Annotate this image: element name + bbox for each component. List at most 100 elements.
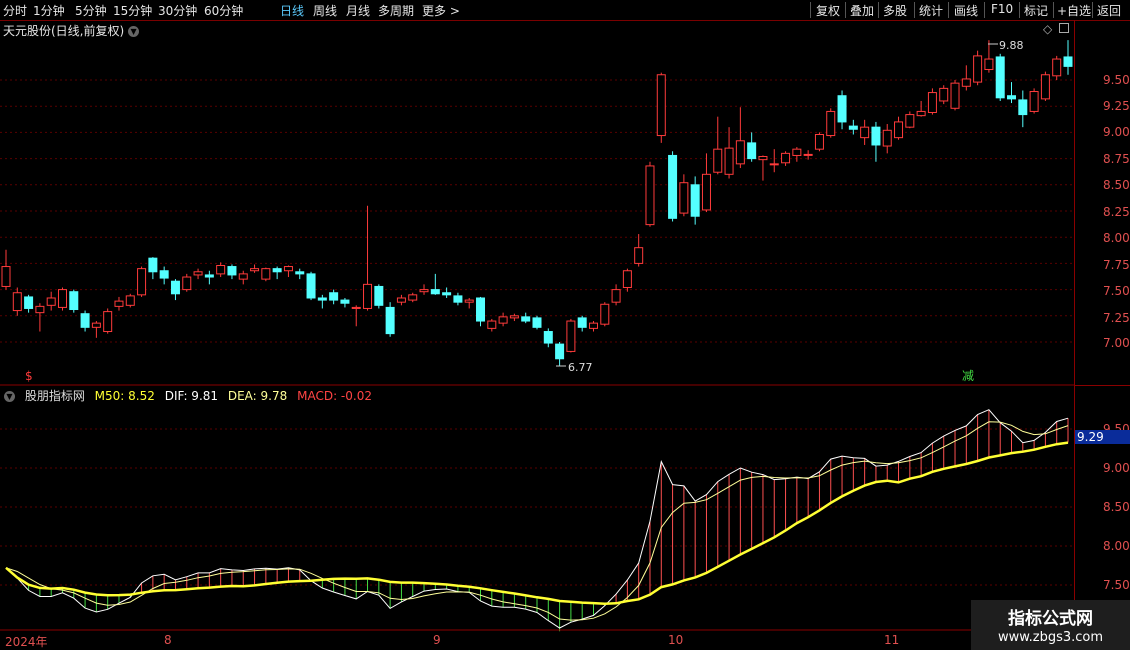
candle-body [498,316,508,324]
add-favorite-button[interactable]: +自选 [1057,2,1091,19]
low-label: 6.77 [556,361,593,374]
candle-body [35,305,45,314]
candle-body [634,247,644,264]
dif-value: DIF: 9.81 [164,389,219,403]
candle-body [927,92,937,113]
price-tick: 7.50 [1103,284,1130,298]
watermark-title: 指标公式网 [1008,609,1093,629]
candle-body [159,270,169,279]
candle-body [351,306,361,309]
candle-body [894,121,904,139]
f10-button[interactable]: F10 [991,2,1013,16]
candle-body [114,300,124,307]
candle-body [679,182,689,214]
candle-body [272,268,282,273]
macd-value: MACD: -0.02 [297,389,372,403]
candle-body [91,322,101,328]
candle-body [588,322,598,329]
candle-body [137,268,147,296]
period-tab-60min[interactable]: 60分钟 [204,2,243,19]
candle-body [984,58,994,71]
period-tab-5min[interactable]: 5分钟 [75,2,107,19]
candle-body [713,148,723,173]
candlestick-series[interactable] [1,40,1073,367]
candle-body [543,331,553,344]
candle-body [487,320,497,329]
chart-canvas[interactable]: 9.88 6.77 $ 减 [0,0,1130,650]
candle-body [476,297,486,322]
price-tick: 8.50 [1103,178,1130,192]
period-tab-monthly[interactable]: 月线 [346,2,370,19]
candle-body [227,266,237,276]
candle-body [871,126,881,146]
candle-body [758,156,768,161]
candle-body [193,271,203,276]
candle-body [656,74,666,137]
window-toggle-icon[interactable] [1059,23,1069,33]
candle-body [600,303,610,325]
period-tab-weekly[interactable]: 周线 [313,2,337,19]
more-periods-button[interactable]: 更多 > [422,2,460,19]
candle-body [769,163,779,166]
candle-body [57,289,67,308]
candle-body [826,110,836,137]
date-tick: 11 [884,633,900,647]
candle-body [374,285,384,306]
reduce-marker: 减 [962,369,974,383]
candle-body [701,173,711,211]
mark-button[interactable]: 标记 [1024,2,1048,19]
period-tab-multi[interactable]: 多周期 [378,2,414,19]
indicator-tick: 7.50 [1103,578,1130,592]
chevron-down-icon[interactable]: ▼ [128,26,140,37]
dif-line [5,409,1069,629]
period-tab-1min[interactable]: 1分钟 [33,2,65,19]
candle-body [408,294,418,301]
indicator-tick: 9.00 [1103,461,1130,475]
candle-body [1052,58,1062,77]
multi-stock-button[interactable]: 多股 [883,2,907,19]
candle-body [792,148,802,156]
low-label-text: 6.77 [568,361,593,374]
price-tick: 9.00 [1103,125,1130,139]
candle-body [216,264,226,275]
candle-body [973,55,983,83]
high-label: 9.88 [988,39,1024,52]
candle-body [148,257,158,273]
overlay-button[interactable]: 叠加 [850,2,874,19]
candle-body [735,140,745,165]
candle-body [80,313,90,328]
statistics-button[interactable]: 统计 [919,2,943,19]
diamond-icon[interactable]: ◇ [1043,22,1052,36]
candle-body [419,289,429,293]
candle-body [24,296,34,309]
candle-body [363,283,373,309]
candle-body [848,125,858,130]
candle-body [238,273,248,280]
candle-body [555,343,565,360]
period-tab-15min[interactable]: 15分钟 [113,2,152,19]
chevron-down-icon[interactable]: ▼ [4,391,15,402]
period-tab-fenshi[interactable]: 分时 [3,2,27,19]
candle-body [250,268,260,272]
candle-body [306,273,316,299]
period-tab-daily[interactable]: 日线 [280,2,304,19]
candle-body [521,316,531,322]
candle-body [103,311,113,333]
candle-body [261,268,271,280]
candle-body [182,276,192,291]
price-tick: 8.25 [1103,205,1130,219]
price-tick: 7.00 [1103,336,1130,350]
period-tab-30min[interactable]: 30分钟 [158,2,197,19]
candle-body [509,315,519,319]
candle-body [317,297,327,301]
current-value-badge: 9.29 [1075,430,1130,444]
candle-body [690,184,700,217]
draw-line-button[interactable]: 画线 [954,2,978,19]
candle-body [295,271,305,275]
back-button[interactable]: 返回 [1097,2,1121,19]
date-tick: 10 [668,633,684,647]
candle-body [645,165,655,226]
candle-body [283,266,293,272]
candle-body [1007,95,1017,100]
restore-rights-button[interactable]: 复权 [816,2,840,19]
